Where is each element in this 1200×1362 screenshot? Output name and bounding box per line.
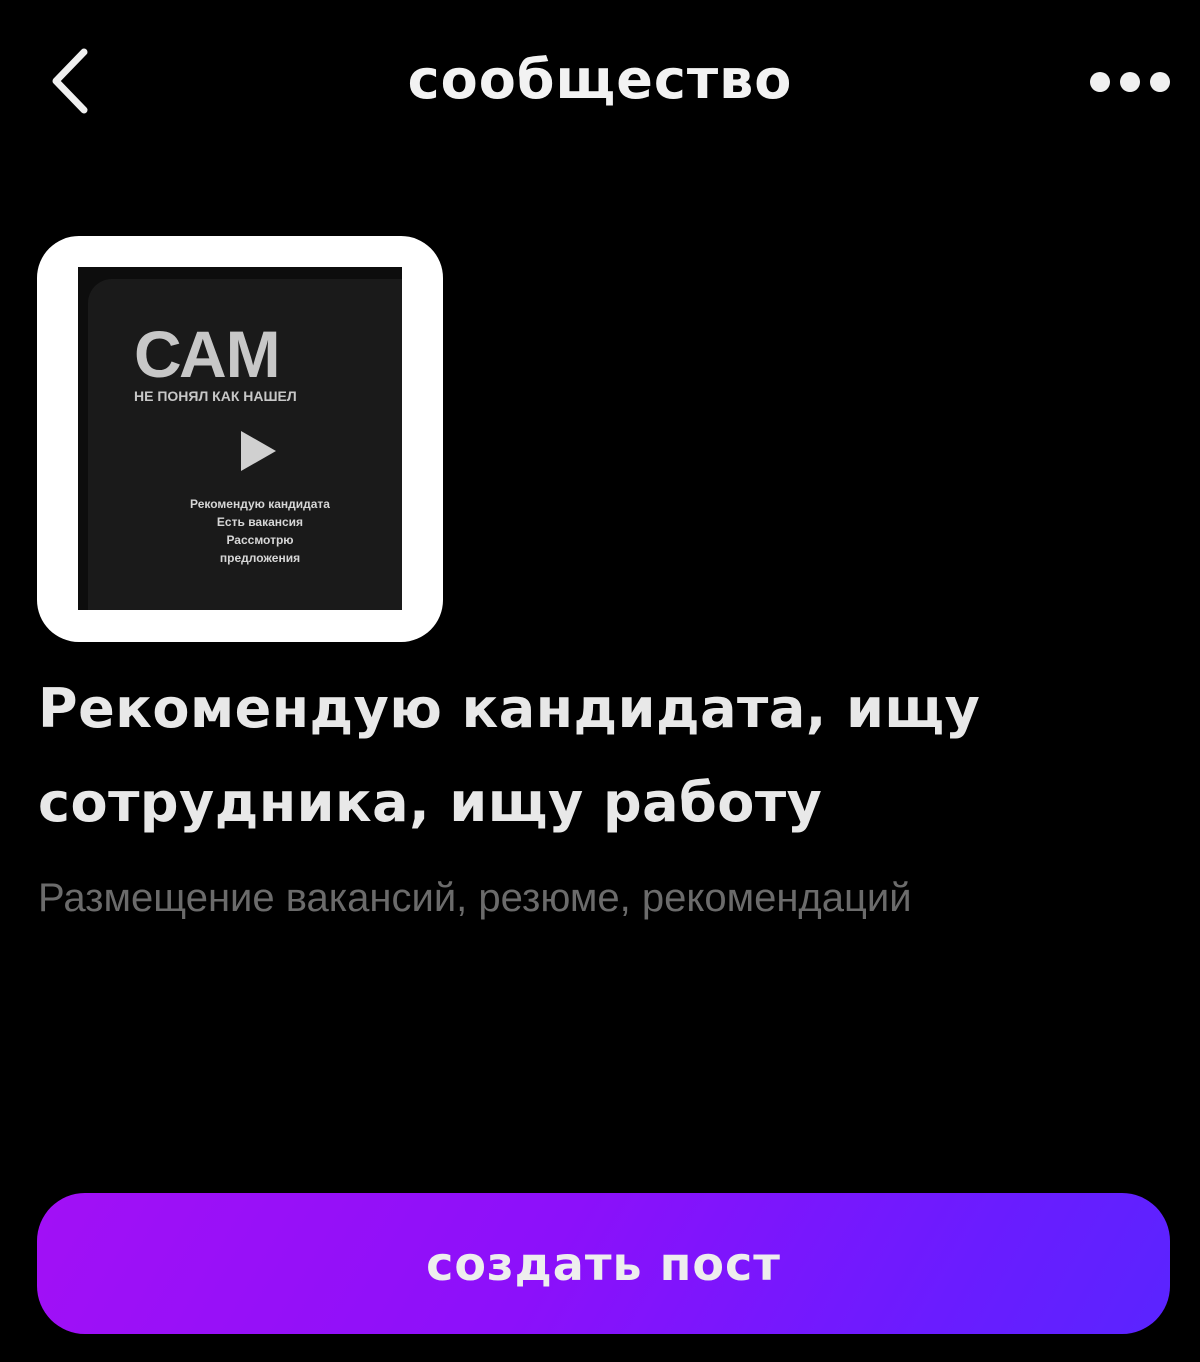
community-avatar: САМ НЕ ПОНЯЛ КАК НАШЕЛ Рекомендую кандид… [37,236,443,642]
back-button[interactable] [30,36,110,126]
more-dots-icon [1090,72,1170,92]
community-avatar-image: САМ НЕ ПОНЯЛ КАК НАШЕЛ Рекомендую кандид… [78,267,402,610]
community-description: Размещение вакансий, резюме, рекомендаци… [38,876,912,920]
chevron-left-icon [52,48,88,114]
community-name: Рекомендую кандидата, ищу сотрудника, ищ… [38,677,981,834]
avatar-cover-line: Рассмотрю [226,533,294,547]
avatar-cover-text: Рекомендую кандидата Есть вакансия Рассм… [118,495,402,567]
avatar-cover-line: предложения [219,551,301,565]
create-post-label: создать пост [426,1236,781,1291]
avatar-cover-title: САМ [134,317,281,391]
top-bar: сообщество [0,0,1200,160]
avatar-cover-line: Рекомендую кандидата [190,497,330,511]
avatar-cover-line: Есть вакансия [216,515,304,529]
play-icon [241,431,276,471]
page-title: сообщество [407,48,793,111]
create-post-button[interactable]: создать пост [37,1193,1170,1334]
more-options-button[interactable] [1080,50,1180,114]
avatar-cover-subtitle: НЕ ПОНЯЛ КАК НАШЕЛ [134,388,297,404]
